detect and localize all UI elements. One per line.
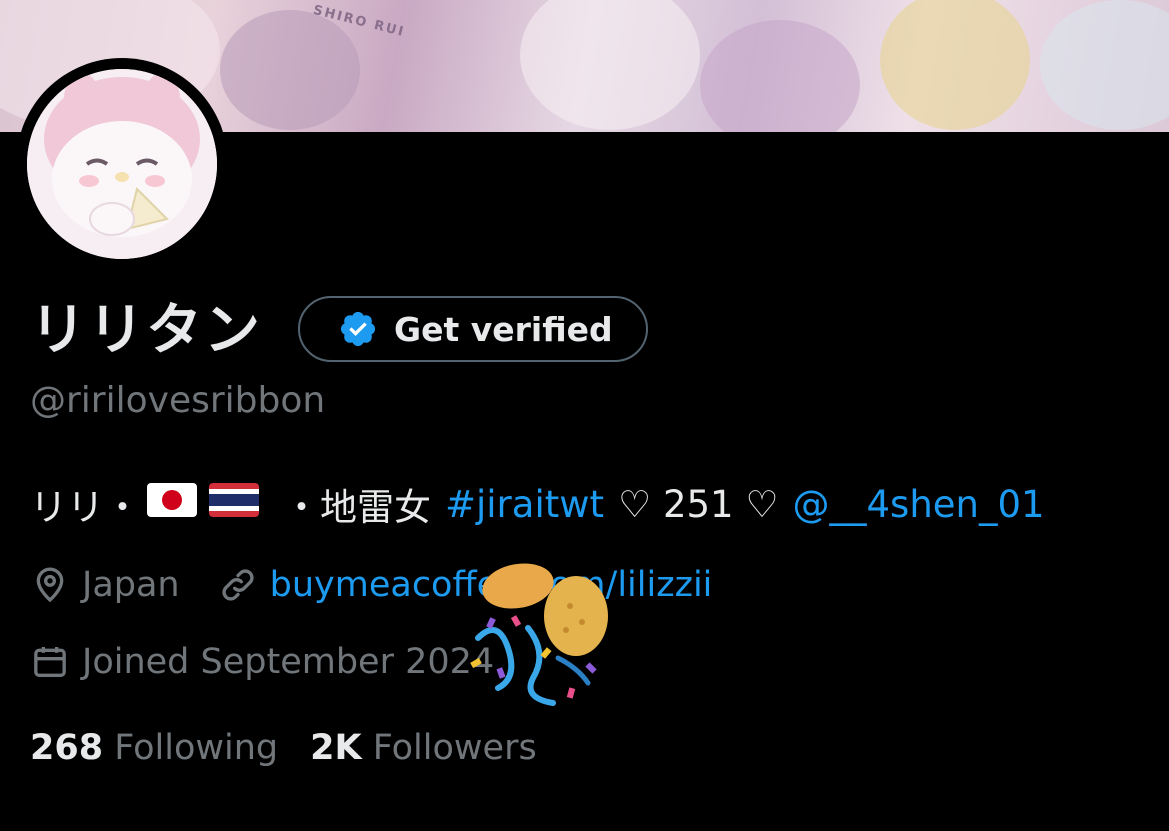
get-verified-label: Get verified bbox=[394, 309, 613, 349]
location-pin-icon bbox=[36, 567, 64, 603]
followers-count: 2K bbox=[310, 728, 362, 768]
followers-link[interactable]: 2K Followers bbox=[310, 728, 537, 768]
banner-shape bbox=[520, 0, 700, 130]
banner-shape bbox=[880, 0, 1030, 130]
profile-meta-row: Japan buymeacoffee.com/lilizzii bbox=[30, 560, 712, 610]
display-name: リリタン bbox=[30, 298, 262, 363]
following-link[interactable]: 268 Following bbox=[30, 728, 278, 768]
get-verified-button[interactable]: Get verified bbox=[298, 296, 648, 362]
follow-stats: 268 Following 2K Followers bbox=[30, 722, 537, 774]
following-count: 268 bbox=[30, 728, 104, 768]
avatar-illustration bbox=[27, 69, 217, 259]
hashtag-link[interactable]: #jiraitwt bbox=[445, 483, 604, 526]
bio-text: リリ・ bbox=[30, 486, 141, 529]
website-link[interactable]: buymeacoffee.com/lilizzii bbox=[270, 565, 713, 605]
calendar-icon bbox=[34, 647, 66, 677]
joined-row: Joined September 2024 bbox=[30, 637, 494, 687]
bio-text: ♡ 251 ♡ bbox=[618, 482, 779, 526]
location-text: Japan bbox=[82, 565, 180, 605]
banner-shape bbox=[1040, 0, 1169, 130]
followers-label: Followers bbox=[372, 728, 537, 768]
japan-flag-icon bbox=[147, 482, 197, 526]
thailand-flag-icon bbox=[209, 482, 259, 526]
following-label: Following bbox=[114, 728, 279, 768]
mention-link[interactable]: @__4shen_01 bbox=[793, 483, 1045, 526]
avatar[interactable] bbox=[27, 69, 217, 259]
link-icon bbox=[222, 569, 254, 601]
verified-badge-icon bbox=[340, 311, 376, 347]
joined-date-text: Joined September 2024 bbox=[82, 642, 495, 682]
banner-shape bbox=[220, 10, 360, 130]
profile-bio: リリ・ ・地雷女 #jiraitwt ♡ 251 ♡ @__4shen_01 bbox=[30, 476, 1045, 532]
username-handle: @ririlovesribbon bbox=[30, 380, 326, 421]
banner-shape bbox=[700, 20, 860, 132]
bio-text: ・地雷女 bbox=[283, 486, 431, 529]
